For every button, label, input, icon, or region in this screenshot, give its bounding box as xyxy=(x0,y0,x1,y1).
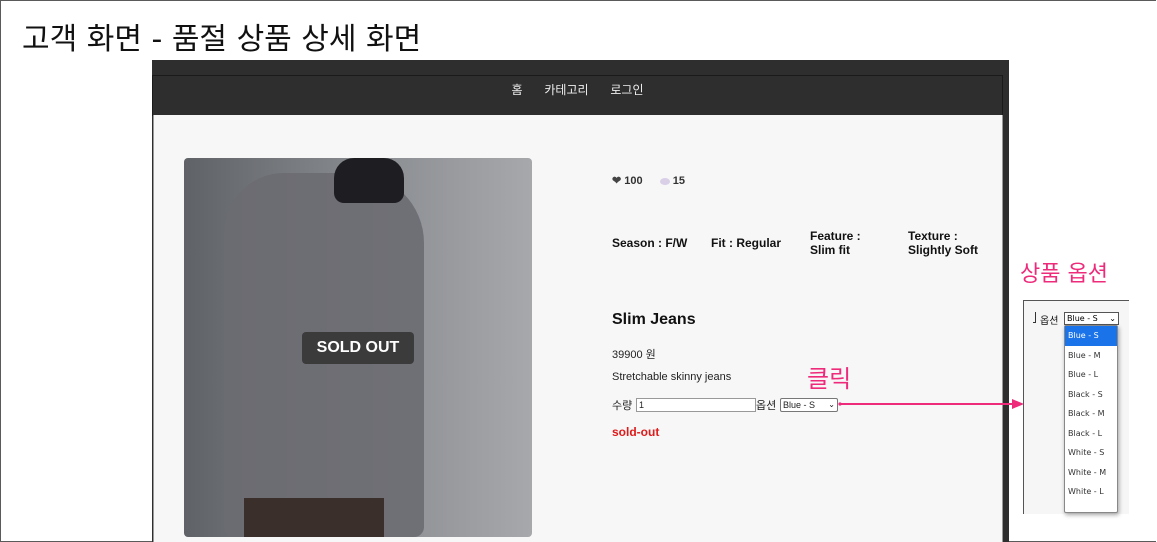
chevron-down-icon: ⌄ xyxy=(1109,314,1116,323)
dropdown-option[interactable]: White - S xyxy=(1065,443,1117,463)
dropdown-option[interactable]: Blue - M xyxy=(1065,346,1117,366)
bracket-mark xyxy=(1033,312,1036,323)
arrow-icon xyxy=(838,399,1024,409)
dropdown-options-list: Blue - S Blue - M Blue - L Black - S Bla… xyxy=(1064,325,1118,513)
dropdown-option[interactable]: Black - S xyxy=(1065,385,1117,405)
dropdown-option[interactable]: Black - M xyxy=(1065,404,1117,424)
dropdown-select[interactable]: Blue - S ⌄ xyxy=(1064,312,1119,325)
dropdown-option[interactable]: White - M xyxy=(1065,463,1117,483)
dropdown-label: 옵션 xyxy=(1040,316,1059,327)
dropdown-option[interactable]: Blue - L xyxy=(1065,365,1117,385)
dropdown-option[interactable]: White - L xyxy=(1065,482,1117,502)
option-dropdown-preview: 옵션 Blue - S ⌄ Blue - S Blue - M Blue - L… xyxy=(1023,300,1129,514)
dropdown-option[interactable]: Blue - S xyxy=(1065,326,1117,346)
dropdown-select-value: Blue - S xyxy=(1067,314,1098,323)
dropdown-option[interactable]: Black - L xyxy=(1065,424,1117,444)
